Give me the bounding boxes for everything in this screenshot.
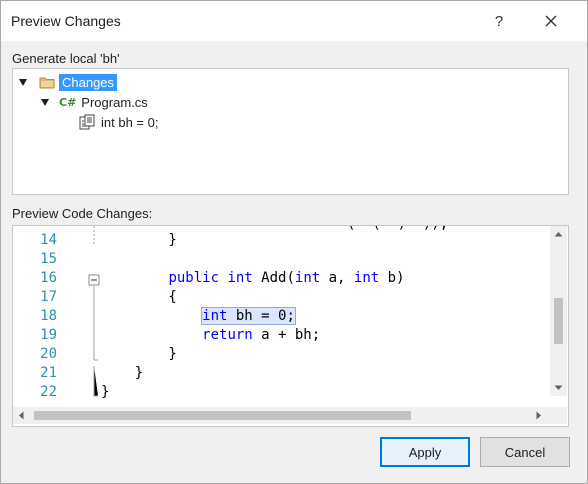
title-bar: Preview Changes ? (1, 1, 587, 41)
tree-item-label: Changes (59, 73, 118, 91)
close-icon (545, 15, 557, 27)
tree-item-changes[interactable]: Changes (19, 73, 118, 91)
cancel-button[interactable]: Cancel (480, 437, 570, 467)
code-preview-editor[interactable]: ( ( ) )); 14 } 15 16 public int Add(int … (12, 225, 569, 427)
line-number: 16 (40, 270, 57, 286)
code-change-icon (79, 114, 95, 130)
dialog-title: Preview Changes (11, 13, 121, 29)
code-text: public int Add(int a, int b) (168, 270, 405, 286)
changes-tree[interactable]: Changes C# Program.cs int bh = 0; (12, 68, 569, 195)
line-number: 17 (40, 289, 57, 305)
tree-item-change[interactable]: int bh = 0; (79, 113, 158, 131)
vertical-scrollbar[interactable] (550, 226, 567, 396)
scroll-up-arrow-icon[interactable] (550, 226, 567, 243)
expand-caret-icon[interactable] (41, 98, 49, 106)
code-text: int bh = 0; (101, 307, 296, 325)
horizontal-scroll-thumb[interactable] (34, 411, 411, 420)
outline-guide (88, 226, 100, 397)
tree-section-label: Generate local 'bh' (12, 51, 120, 66)
vertical-scroll-thumb[interactable] (554, 298, 563, 344)
code-section-label: Preview Code Changes: (12, 206, 153, 221)
code-text: } (101, 346, 177, 362)
scroll-left-arrow-icon[interactable] (13, 407, 30, 424)
folder-icon (39, 77, 55, 88)
line-number: 20 (40, 346, 57, 362)
line-number: 22 (40, 384, 57, 400)
line-number: 14 (40, 232, 57, 248)
scroll-down-arrow-icon[interactable] (550, 379, 567, 396)
inserted-code-highlight: int bh = 0; (201, 307, 296, 325)
line-number: 19 (40, 327, 57, 343)
tree-item-program-cs[interactable]: C# Program.cs (41, 93, 148, 111)
help-button[interactable]: ? (481, 5, 517, 37)
csharp-file-icon: C# (59, 95, 77, 109)
preview-changes-dialog: Preview Changes ? Generate local 'bh' Ch… (0, 0, 588, 484)
expand-caret-icon[interactable] (19, 78, 27, 86)
apply-button[interactable]: Apply (380, 437, 470, 467)
tree-item-label: int bh = 0; (101, 114, 159, 130)
code-text: } (101, 365, 144, 381)
close-button[interactable] (533, 5, 569, 37)
line-number: 18 (40, 308, 57, 324)
code-text: } (101, 232, 177, 248)
tree-item-label: Program.cs (81, 94, 148, 110)
code-text: { (101, 289, 177, 305)
scroll-right-arrow-icon[interactable] (530, 407, 547, 424)
scrollbar-corner (550, 407, 567, 424)
horizontal-scrollbar[interactable] (13, 407, 550, 424)
line-number: 15 (40, 251, 57, 267)
code-text: return a + bh; (202, 327, 321, 343)
line-number: 21 (40, 365, 57, 381)
